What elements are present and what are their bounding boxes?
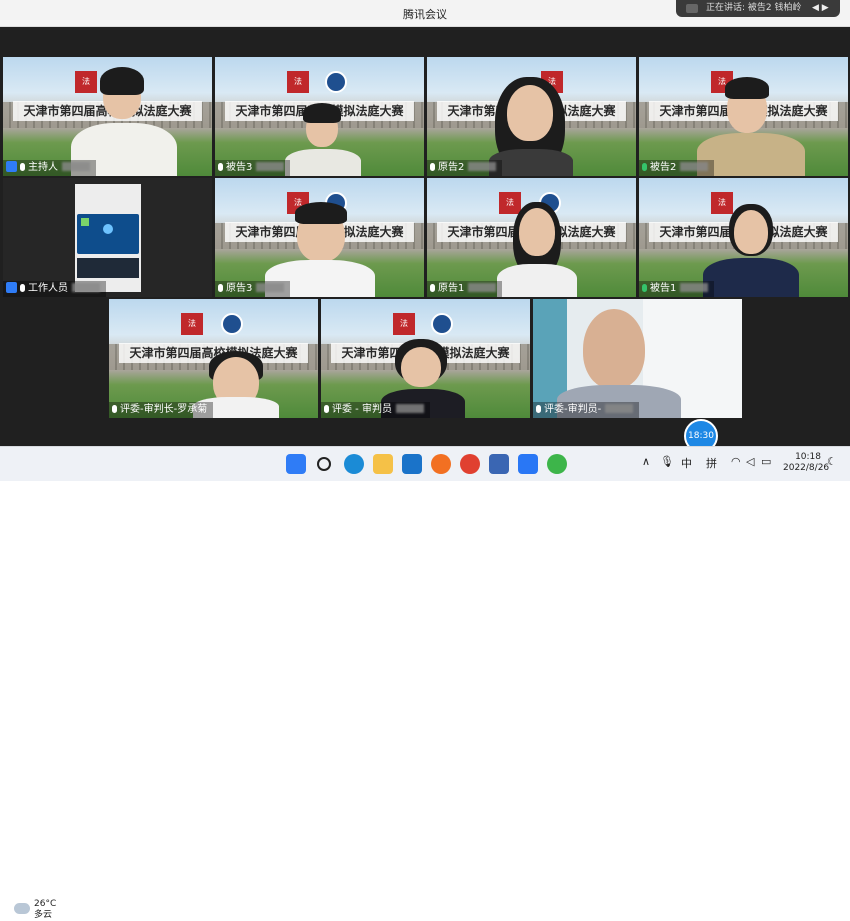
wechat-icon[interactable]: [547, 454, 567, 474]
participant-label: 原告2: [427, 160, 503, 176]
participant-label: 被告2: [639, 160, 715, 176]
mic-icon: [112, 405, 117, 413]
mic-icon: [20, 284, 25, 292]
mic-icon: [20, 163, 25, 171]
video-grid: 法 天津市第四届高校模拟法庭大赛 主持人 法 天津市第四届高校模拟法庭大赛 被告…: [0, 27, 850, 446]
ime-chinese[interactable]: 中: [681, 455, 692, 471]
speaker-icon: [686, 4, 698, 13]
host-badge-icon: [6, 282, 17, 293]
video-tile-host[interactable]: 法 天津市第四届高校模拟法庭大赛 主持人: [3, 57, 212, 176]
edge-icon[interactable]: [344, 454, 364, 474]
video-tile-defendant3[interactable]: 法 天津市第四届高校模拟法庭大赛 被告3: [215, 57, 424, 176]
video-tile-defendant1[interactable]: 法 天津市第四届高校模拟法庭大赛 被告1: [639, 178, 848, 297]
participant-label: 工作人员: [3, 281, 106, 297]
participant-label: 原告1: [427, 281, 503, 297]
mail-icon[interactable]: [402, 454, 422, 474]
store-icon[interactable]: [489, 454, 509, 474]
court-logo-icon: 法: [499, 192, 521, 214]
battery-icon[interactable]: ▭: [761, 455, 771, 468]
mic-icon: [430, 163, 435, 171]
ime-pinyin[interactable]: 拼: [706, 455, 717, 471]
mic-icon: [536, 405, 541, 413]
video-tile-judge-chief[interactable]: 法 天津市第四届高校模拟法庭大赛 评委-审判长-罗承菊: [109, 299, 318, 418]
weather-temp: 26°C: [34, 899, 57, 909]
video-tile-plaintiff1[interactable]: 法 天津市第四届高校模拟法庭大赛 原告1: [427, 178, 636, 297]
weather-desc: 多云: [34, 910, 53, 920]
university-logo-icon: [221, 313, 243, 335]
mic-icon: [218, 284, 223, 292]
microphone-icon[interactable]: 🎙: [660, 455, 674, 468]
participant-label: 被告1: [639, 281, 715, 297]
notifications-icon[interactable]: ☾: [827, 455, 837, 468]
video-tile-staff[interactable]: 工作人员: [3, 178, 212, 297]
participant-label: 评委-审判长-罗承菊: [109, 402, 214, 418]
mic-icon: [642, 284, 647, 292]
participant-label: 被告3: [215, 160, 291, 176]
file-explorer-icon[interactable]: [373, 454, 393, 474]
wifi-icon[interactable]: ◠: [731, 455, 741, 468]
speaking-text: 正在讲话: 被告2 钱柏岭: [706, 3, 802, 13]
video-tile-plaintiff3[interactable]: 法 天津市第四届高校模拟法庭大赛 原告3: [215, 178, 424, 297]
court-logo-icon: 法: [181, 313, 203, 335]
video-tile-defendant2[interactable]: 法 天津市第四届高校模拟法庭大赛 被告2: [639, 57, 848, 176]
participant-label: 主持人: [3, 160, 96, 176]
tencent-meeting-icon[interactable]: [518, 454, 538, 474]
title-bar: 腾讯会议 正在讲话: 被告2 钱柏岭 ◀ ▶: [0, 0, 850, 27]
cloud-icon: [14, 903, 30, 914]
windows-taskbar: 26°C 多云: [0, 446, 850, 920]
volume-icon[interactable]: ◁: [746, 455, 754, 468]
start-icon[interactable]: [286, 454, 306, 474]
court-logo-icon: 法: [287, 71, 309, 93]
system-clock[interactable]: 10:18 2022/8/26: [783, 452, 830, 474]
court-logo-icon: 法: [393, 313, 415, 335]
search-icon[interactable]: [314, 454, 334, 474]
chevron-icon[interactable]: ◀ ▶: [812, 0, 829, 17]
device-screen: [75, 184, 141, 292]
mic-icon: [218, 163, 223, 171]
participant-label: 原告3: [215, 281, 291, 297]
video-tile-plaintiff2[interactable]: 法 天津市第四届高校模拟法庭大赛 原告2: [427, 57, 636, 176]
chrome-icon[interactable]: [460, 454, 480, 474]
firefox-icon[interactable]: [431, 454, 451, 474]
court-logo-icon: 法: [711, 192, 733, 214]
court-logo-icon: 法: [75, 71, 97, 93]
mic-icon: [324, 405, 329, 413]
mic-icon: [642, 163, 647, 171]
speaking-indicator[interactable]: 正在讲话: 被告2 钱柏岭 ◀ ▶: [676, 0, 840, 17]
host-badge-icon: [6, 161, 17, 172]
clock-time: 10:18: [795, 452, 821, 462]
chevron-up-icon[interactable]: ∧: [642, 455, 650, 468]
meeting-window: 腾讯会议 正在讲话: 被告2 钱柏岭 ◀ ▶ 法 天津市第四届高校模拟法庭大赛 …: [0, 0, 850, 446]
university-logo-icon: [431, 313, 453, 335]
mic-icon: [430, 284, 435, 292]
participant-label: 评委-审判员-: [533, 402, 640, 418]
video-tile-judge2[interactable]: 法 天津市第四届高校模拟法庭大赛 评委 - 审判员: [321, 299, 530, 418]
university-logo-icon: [325, 71, 347, 93]
video-tile-judge3[interactable]: 评委-审判员-: [533, 299, 742, 418]
participant-label: 评委 - 审判员: [321, 402, 430, 418]
clock-date: 2022/8/26: [783, 463, 830, 473]
